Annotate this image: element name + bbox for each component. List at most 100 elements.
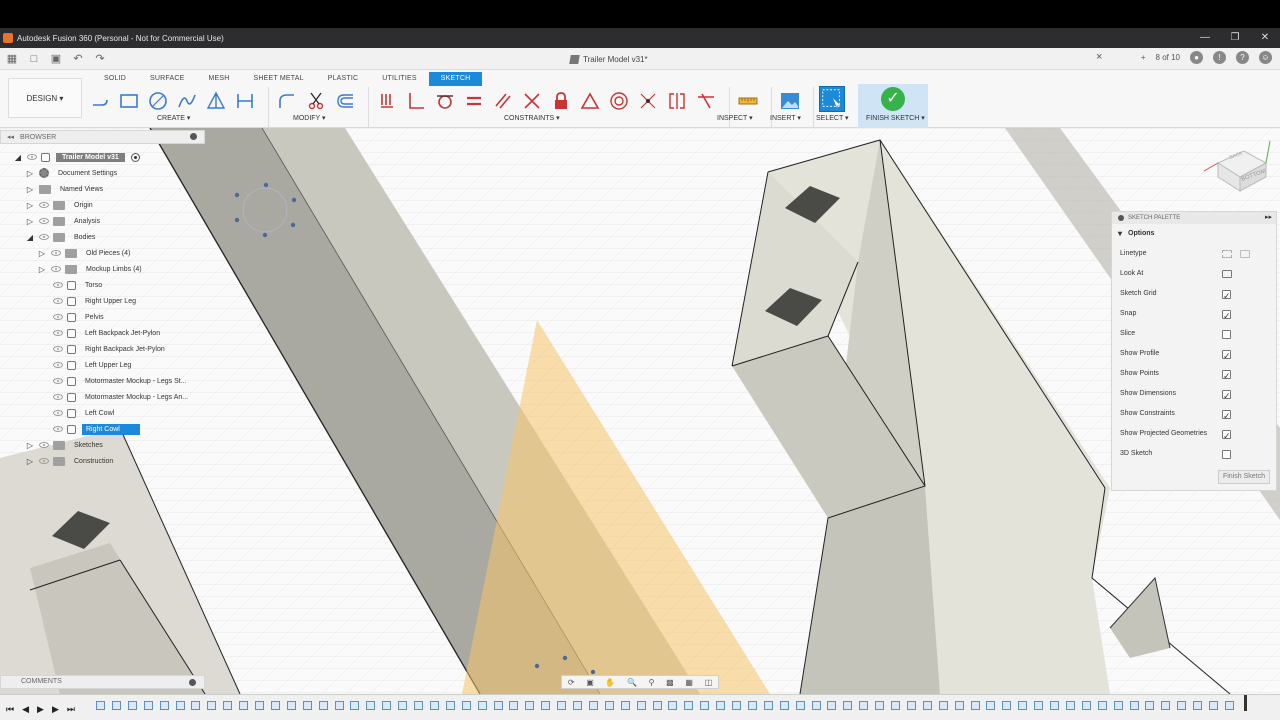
construction-line-icon[interactable] [1222, 250, 1232, 258]
triangle-tool[interactable] [204, 89, 228, 113]
timeline-feature-icon[interactable] [716, 701, 726, 710]
slice-checkbox[interactable] [1222, 330, 1231, 339]
timeline-feature-icon[interactable] [573, 701, 582, 710]
tree-item-document-settings[interactable]: ▷ Document Settings [26, 166, 120, 180]
timeline-feature-icon[interactable] [1129, 701, 1139, 710]
timeline-feature-icon[interactable] [493, 701, 503, 710]
timeline-feature-icon[interactable] [525, 701, 535, 710]
timeline-feature-icon[interactable] [1145, 701, 1155, 710]
zoom-icon[interactable]: 🔍 [627, 678, 637, 687]
tab-plastic[interactable]: PLASTIC [316, 72, 371, 86]
timeline-feature-icon[interactable] [636, 701, 646, 710]
show-constraints-checkbox[interactable] [1222, 406, 1231, 426]
options-section[interactable]: Options [1112, 224, 1276, 244]
timeline-feature-icon[interactable] [286, 701, 296, 710]
show-dimensions-checkbox[interactable] [1222, 386, 1231, 406]
fillet-tool[interactable] [275, 89, 299, 113]
modify-group-label[interactable]: MODIFY ▾ [293, 114, 326, 122]
tree-item-body-selected[interactable]: Right Cowl [53, 422, 140, 436]
timeline-feature-icon[interactable] [1034, 701, 1044, 710]
eye-icon[interactable] [39, 218, 49, 224]
tree-item-body[interactable]: Left Upper Leg [53, 358, 134, 372]
timeline-feature-icon[interactable] [700, 701, 710, 710]
tab-close-icon[interactable]: × [1096, 51, 1102, 63]
job-status[interactable]: 8 of 10 [1156, 53, 1180, 62]
timeline-feature-icon[interactable] [414, 701, 423, 710]
centerline-icon[interactable] [1240, 250, 1250, 258]
timeline-feature-icon[interactable] [684, 701, 694, 710]
timeline-feature-icon[interactable] [175, 701, 185, 710]
timeline-feature-icon[interactable] [366, 701, 376, 710]
eye-icon[interactable] [53, 282, 63, 288]
concentric-tool[interactable] [607, 89, 631, 113]
timeline-feature-icon[interactable] [382, 701, 392, 710]
browser-collapse-icon[interactable]: ◂◂ [7, 133, 14, 141]
user-avatar[interactable]: ☺ [1259, 51, 1272, 64]
timeline-feature-icon[interactable] [906, 701, 916, 710]
timeline-feature-icon[interactable] [1097, 701, 1107, 710]
timeline-feature-icon[interactable] [763, 701, 773, 710]
show-points-checkbox[interactable] [1222, 366, 1231, 386]
tree-item-body[interactable]: Pelvis [53, 310, 107, 324]
eye-icon[interactable] [53, 362, 63, 368]
save-icon[interactable]: ▣ [48, 51, 64, 67]
play-icon[interactable]: ▶ [37, 704, 44, 715]
timeline-feature-icon[interactable] [270, 701, 280, 710]
timeline-feature-icon[interactable] [811, 701, 821, 710]
timeline-feature-icon[interactable] [111, 701, 121, 710]
calendar-look-at-icon[interactable] [1222, 270, 1232, 278]
timeline-feature-icon[interactable] [334, 701, 344, 710]
timeline-feature-icon[interactable] [970, 701, 980, 710]
minimize-button[interactable]: — [1190, 28, 1220, 48]
eye-icon[interactable] [53, 298, 63, 304]
look-at-icon[interactable]: ▣ [586, 678, 594, 687]
expand-arrow-icon[interactable]: ◢ [14, 153, 22, 162]
timeline-feature-icon[interactable] [843, 701, 853, 710]
eye-icon[interactable] [53, 426, 63, 432]
timeline-feature-icon[interactable] [159, 701, 169, 710]
timeline-feature-icon[interactable] [143, 701, 153, 710]
go-to-start-icon[interactable]: ⏮ [6, 704, 14, 715]
tab-solid[interactable]: SOLID [92, 72, 138, 86]
activate-radio-icon[interactable] [130, 152, 140, 162]
eye-icon[interactable] [53, 330, 63, 336]
browser-options-icon[interactable] [190, 133, 197, 140]
timeline-feature-icon[interactable] [1065, 701, 1075, 710]
undo-icon[interactable]: ↶ [70, 51, 86, 67]
timeline-feature-icon[interactable] [827, 701, 837, 710]
equal-tool[interactable] [462, 89, 486, 113]
grid-menu-icon[interactable]: ▦ [4, 51, 20, 67]
expand-arrow-icon[interactable]: ▷ [26, 217, 34, 226]
tree-root[interactable]: ◢ Trailer Model v31 [14, 150, 140, 164]
timeline-feature-icon[interactable] [1050, 701, 1059, 710]
timeline-feature-icon[interactable] [509, 701, 519, 710]
coincident-point-tool[interactable] [636, 89, 660, 113]
tree-item-sketches[interactable]: ▷ Sketches [26, 438, 106, 452]
eye-icon[interactable] [27, 154, 37, 160]
eye-icon[interactable] [53, 378, 63, 384]
eye-icon[interactable] [51, 250, 61, 256]
pan-hand-icon[interactable]: ✋ [605, 678, 615, 687]
timeline-feature-icon[interactable] [477, 701, 487, 710]
midpoint-tool[interactable] [578, 89, 602, 113]
timeline-feature-icon[interactable] [1209, 701, 1218, 710]
fix-tool[interactable] [549, 89, 573, 113]
timeline-feature-icon[interactable] [557, 701, 567, 710]
trim-tool[interactable] [304, 89, 328, 113]
timeline-feature-icon[interactable] [891, 701, 900, 710]
timeline-feature-icon[interactable] [859, 701, 869, 710]
expand-arrow-icon[interactable]: ▷ [26, 185, 34, 194]
timeline-feature-icon[interactable] [96, 701, 105, 710]
tree-item-body[interactable]: Left Cowl [53, 406, 117, 420]
sketch-grid-checkbox[interactable] [1222, 286, 1231, 306]
viewports-icon[interactable]: ◫ [705, 678, 713, 687]
tangent-tool[interactable] [433, 89, 457, 113]
timeline-feature-icon[interactable] [732, 701, 741, 710]
timeline-feature-icon[interactable] [1113, 701, 1123, 710]
line-tool[interactable] [88, 89, 112, 113]
display-settings-icon[interactable]: ▩ [666, 678, 674, 687]
timeline-feature-icon[interactable] [1224, 701, 1234, 710]
tab-mesh[interactable]: MESH [196, 72, 241, 86]
snap-checkbox[interactable] [1222, 306, 1231, 326]
tree-item-old-pieces[interactable]: ▷ Old Pieces (4) [38, 246, 133, 260]
